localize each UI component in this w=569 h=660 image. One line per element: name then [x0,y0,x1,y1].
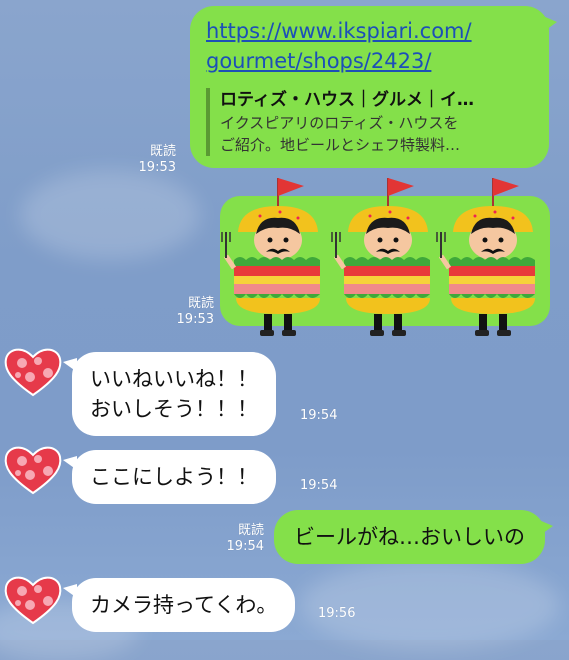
timestamp: 19:54 [300,478,338,493]
message-text: いいねいいね！！ [90,367,258,391]
burger-mascot-sticker-icon [220,168,565,343]
background-cloud [300,560,560,650]
message-text: カメラ持ってくわ。 [90,593,278,617]
link-message-bubble[interactable]: https://www.ikspiari.com/ gourmet/shops/… [190,6,557,168]
background-cloud [20,170,200,260]
incoming-message-bubble[interactable]: いいねいいね！！ おいしそう！！！ [63,352,276,436]
preview-desc-line: ご紹介。地ビールとシェフ特製料… [220,136,461,154]
heart-avatar-icon[interactable] [2,443,64,497]
heart-avatar-icon[interactable] [2,573,64,627]
timestamp: 19:56 [318,606,356,621]
read-receipt: 既読 [237,523,264,538]
link-url-line[interactable]: gourmet/shops/2423/ [206,49,431,73]
link-preview-description: イクスピアリのロティズ・ハウスを ご紹介。地ビールとシェフ特製料… [220,112,533,156]
message-text: ここにしよう！！ [90,465,258,489]
timestamp: 19:54 [300,408,338,423]
message-meta: 既読 19:53 [172,296,214,328]
timestamp: 19:53 [176,312,214,327]
heart-avatar-icon[interactable] [2,345,64,399]
link-url[interactable]: https://www.ikspiari.com/ gourmet/shops/… [206,16,533,76]
sticker-message[interactable] [220,168,565,343]
read-receipt: 既読 [149,144,176,159]
link-preview-title: ロティズ・ハウス｜グルメ｜イ… [220,90,474,110]
incoming-message-bubble[interactable]: ここにしよう！！ [63,450,276,504]
message-meta: 既読 19:53 [134,144,176,176]
outgoing-message-bubble[interactable]: ビールがね…おいしいの [274,510,553,564]
incoming-message-bubble[interactable]: カメラ持ってくわ。 [62,578,296,632]
read-receipt: 既読 [187,296,214,311]
timestamp: 19:54 [226,539,264,554]
link-preview[interactable]: ロティズ・ハウス｜グルメ｜イ… イクスピアリのロティズ・ハウスを ご紹介。地ビー… [206,88,533,156]
message-text: おいしそう！！！ [90,397,258,421]
message-text: ビールがね…おいしいの [294,525,525,549]
link-url-line[interactable]: https://www.ikspiari.com/ [206,19,472,43]
preview-desc-line: イクスピアリのロティズ・ハウスを [220,114,459,132]
message-meta: 既読 19:54 [222,523,264,555]
timestamp: 19:53 [138,160,176,175]
